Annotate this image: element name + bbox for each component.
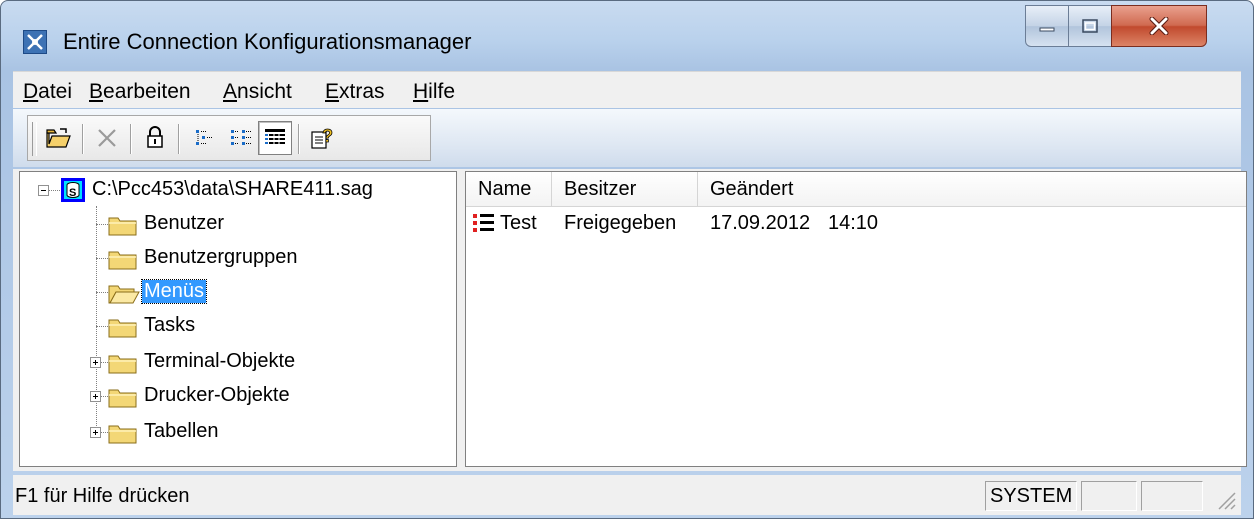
- column-header-name[interactable]: Name: [466, 172, 552, 206]
- app-window: Entire Connection Konfigurationsmanager …: [0, 0, 1254, 519]
- tree-item-benutzer[interactable]: Benutzer: [20, 208, 456, 240]
- menu-extras[interactable]: Extras: [325, 80, 385, 104]
- tree-view[interactable]: S C:\Pcc453\data\SHARE411.sag Benutzer B…: [19, 171, 457, 467]
- delete-button[interactable]: [90, 121, 124, 155]
- client-area: S C:\Pcc453\data\SHARE411.sag Benutzer B…: [13, 169, 1247, 471]
- cell-date: 17.09.2012: [710, 212, 811, 234]
- tree-item-label: Tabellen: [144, 420, 219, 442]
- list-view-icon: [231, 130, 251, 145]
- app-icon[interactable]: [23, 30, 47, 54]
- menu-ansicht[interactable]: Ansicht: [223, 80, 292, 104]
- open-button[interactable]: [42, 121, 76, 155]
- tree-item-label: Benutzer: [144, 212, 225, 234]
- cell-time: 14:10: [828, 212, 879, 234]
- toolbar-separator: [298, 124, 299, 154]
- tree-item-label: Tasks: [144, 314, 196, 336]
- tree-item-label: Terminal-Objekte: [144, 350, 296, 372]
- open-folder-icon: [108, 285, 140, 304]
- tree-item-benutzergruppen[interactable]: Benutzergruppen: [20, 242, 456, 274]
- toolbar-grip[interactable]: [32, 122, 37, 156]
- close-button[interactable]: [1111, 5, 1207, 47]
- status-bar: F1 für Hilfe drücken SYSTEM: [13, 475, 1241, 515]
- tree-item-terminal-objekte[interactable]: Terminal-Objekte: [20, 346, 456, 378]
- status-pane-2: [1081, 481, 1137, 511]
- toolbar-separator: [130, 124, 131, 154]
- list-header: Name Besitzer Geändert: [466, 172, 1246, 207]
- lock-button[interactable]: [138, 121, 172, 155]
- collapse-icon[interactable]: [38, 185, 49, 196]
- window-title: Entire Connection Konfigurationsmanager: [63, 29, 472, 54]
- list-row[interactable]: Test Freigegeben 17.09.2012 14:10: [466, 208, 1246, 240]
- small-icons-view-icon: [196, 130, 213, 145]
- small-icons-view-button[interactable]: [188, 121, 222, 155]
- tree-item-menus[interactable]: Menüs: [20, 276, 456, 308]
- minimize-button[interactable]: [1025, 5, 1069, 47]
- tree-item-label-selected: Menüs: [140, 279, 208, 304]
- tree-item-label: Drucker-Objekte: [144, 384, 290, 406]
- toolbar-separator: [82, 124, 83, 154]
- maximize-icon: [1082, 19, 1098, 33]
- list-view[interactable]: Name Besitzer Geändert Test Freigegeben …: [465, 171, 1247, 467]
- status-text: F1 für Hilfe drücken: [15, 485, 190, 507]
- tree-item-root[interactable]: S C:\Pcc453\data\SHARE411.sag: [20, 174, 456, 206]
- help-button[interactable]: ?: [306, 121, 340, 155]
- toolbar-separator: [178, 124, 179, 154]
- cell-name: Test: [500, 212, 537, 234]
- database-icon: S: [61, 178, 85, 202]
- lock-icon: [147, 126, 163, 148]
- minimize-icon: [1039, 27, 1055, 32]
- details-view-icon: [265, 129, 285, 146]
- menu-bearbeiten[interactable]: Bearbeiten: [89, 80, 191, 104]
- column-header-geaendert[interactable]: Geändert: [698, 172, 1246, 206]
- folder-icon: [108, 389, 137, 408]
- folder-icon: [108, 217, 137, 236]
- expand-icon[interactable]: [90, 391, 101, 402]
- tree-item-label: Benutzergruppen: [144, 246, 298, 268]
- menu-bar: Datei Bearbeiten Ansicht Extras Hilfe: [13, 71, 1241, 108]
- menu-datei[interactable]: Datei: [23, 80, 72, 104]
- folder-icon: [108, 425, 137, 444]
- title-bar[interactable]: Entire Connection Konfigurationsmanager: [1, 1, 1253, 69]
- resize-grip-icon[interactable]: [1213, 487, 1237, 511]
- close-icon: [1149, 17, 1169, 35]
- folder-icon: [108, 319, 137, 338]
- delete-icon: [98, 129, 116, 147]
- open-folder-icon: [46, 128, 71, 148]
- tree-item-tabellen[interactable]: Tabellen: [20, 416, 456, 448]
- folder-icon: [108, 355, 137, 374]
- details-view-button[interactable]: [258, 121, 292, 155]
- svg-text:?: ?: [322, 126, 333, 146]
- list-view-button[interactable]: [224, 121, 258, 155]
- maximize-button[interactable]: [1068, 5, 1112, 47]
- expand-icon[interactable]: [90, 357, 101, 368]
- svg-text:S: S: [69, 187, 76, 199]
- status-pane-3: [1141, 481, 1203, 511]
- column-header-besitzer[interactable]: Besitzer: [552, 172, 698, 206]
- folder-icon: [108, 251, 137, 270]
- menu-list-icon: [473, 214, 494, 232]
- tree-item-drucker-objekte[interactable]: Drucker-Objekte: [20, 380, 456, 412]
- toolbar-band: ?: [27, 115, 431, 161]
- cell-owner: Freigegeben: [564, 212, 677, 234]
- pane-splitter[interactable]: [457, 169, 465, 471]
- expand-icon[interactable]: [90, 427, 101, 438]
- tree-root-label: C:\Pcc453\data\SHARE411.sag: [92, 178, 373, 200]
- help-icon: ?: [311, 126, 333, 149]
- menu-hilfe[interactable]: Hilfe: [413, 80, 455, 104]
- tree-item-tasks[interactable]: Tasks: [20, 310, 456, 342]
- toolbar: ?: [13, 109, 1241, 167]
- status-pane-user: SYSTEM: [985, 481, 1077, 511]
